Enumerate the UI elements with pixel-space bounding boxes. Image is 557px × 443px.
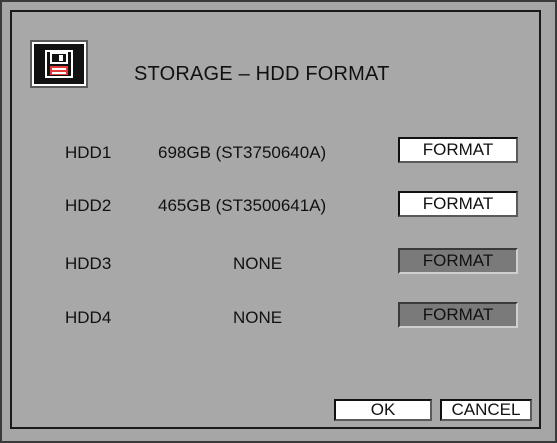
floppy-disk-icon: [30, 40, 88, 88]
dialog-title: STORAGE – HDD FORMAT: [134, 63, 390, 85]
hdd4-label: HDD4: [65, 308, 112, 327]
cancel-button[interactable]: CANCEL: [440, 399, 532, 421]
hdd2-label: HDD2: [65, 196, 112, 215]
hdd4-format-button: FORMAT: [398, 302, 518, 328]
hdd3-label: HDD3: [65, 254, 112, 273]
hdd3-capacity: NONE: [233, 254, 283, 273]
hdd1-label: HDD1: [65, 143, 112, 162]
hdd3-format-button: FORMAT: [398, 248, 518, 274]
hdd4-capacity: NONE: [233, 308, 283, 327]
ok-button[interactable]: OK: [334, 399, 432, 421]
hdd2-format-button[interactable]: FORMAT: [398, 191, 518, 217]
hdd2-capacity: 465GB (ST3500641A): [158, 196, 327, 215]
hdd1-capacity: 698GB (ST3750640A): [158, 143, 327, 162]
hdd1-format-button[interactable]: FORMAT: [398, 137, 518, 163]
